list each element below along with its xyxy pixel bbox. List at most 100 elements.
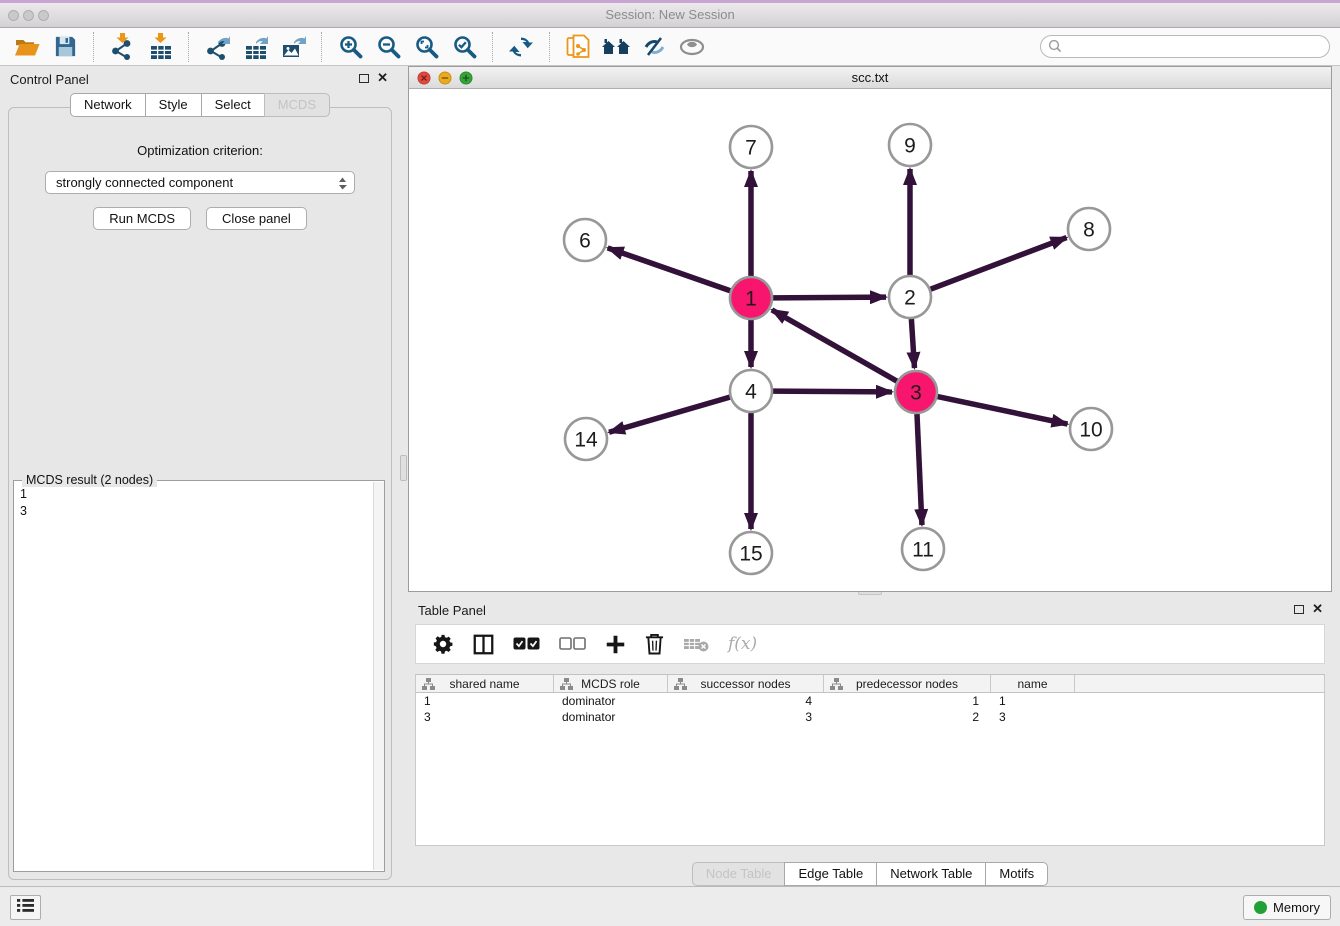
criterion-value: strongly connected component bbox=[46, 175, 233, 190]
search-icon bbox=[1048, 39, 1062, 59]
close-panel-icon[interactable]: ✕ bbox=[377, 70, 388, 86]
edge-2-8[interactable] bbox=[931, 238, 1067, 290]
tab-select[interactable]: Select bbox=[201, 93, 265, 117]
float-panel-icon[interactable] bbox=[359, 74, 369, 83]
table-cell[interactable]: 1 bbox=[991, 693, 1075, 709]
shared-column-icon bbox=[560, 678, 573, 693]
graph-node-14[interactable]: 14 bbox=[565, 418, 607, 460]
close-table-panel-icon[interactable]: ✕ bbox=[1312, 601, 1323, 617]
table-row[interactable]: 1dominator411 bbox=[416, 693, 1324, 709]
export-image-icon[interactable] bbox=[278, 33, 308, 61]
tab-mcds[interactable]: MCDS bbox=[264, 93, 330, 117]
tab-node-table[interactable]: Node Table bbox=[692, 862, 786, 886]
edge-2-3[interactable] bbox=[911, 319, 914, 368]
clear-selection-checkboxes-icon[interactable] bbox=[559, 631, 586, 657]
close-panel-button[interactable]: Close panel bbox=[206, 207, 307, 230]
add-column-icon[interactable] bbox=[605, 631, 626, 657]
run-mcds-button[interactable]: Run MCDS bbox=[93, 207, 191, 230]
search-input[interactable] bbox=[1040, 35, 1330, 58]
delete-column-icon[interactable] bbox=[645, 631, 664, 657]
tab-network-table[interactable]: Network Table bbox=[876, 862, 986, 886]
result-scrollbar[interactable] bbox=[373, 482, 384, 870]
delete-table-icon bbox=[683, 631, 709, 657]
toolbar-separator bbox=[93, 32, 94, 62]
graph-node-4[interactable]: 4 bbox=[730, 370, 772, 412]
table-cell[interactable]: 1 bbox=[824, 693, 991, 709]
graph-node-15[interactable]: 15 bbox=[730, 532, 772, 574]
home-icon[interactable] bbox=[601, 33, 631, 61]
show-column-icon[interactable] bbox=[473, 631, 494, 657]
export-network-icon[interactable] bbox=[202, 33, 232, 61]
graph-node-2[interactable]: 2 bbox=[889, 276, 931, 318]
edge-3-11[interactable] bbox=[917, 414, 922, 525]
column-header-shared-name[interactable]: shared name bbox=[416, 675, 554, 692]
column-header-name[interactable]: name bbox=[991, 675, 1075, 692]
open-file-icon[interactable] bbox=[12, 33, 42, 61]
table-cell[interactable]: 1 bbox=[416, 693, 554, 709]
table-panel-title: Table Panel bbox=[418, 603, 486, 618]
table-cell[interactable]: 3 bbox=[416, 709, 554, 725]
zoom-fit-icon[interactable] bbox=[411, 33, 441, 61]
table-cell[interactable]: dominator bbox=[554, 693, 668, 709]
table-cell[interactable]: 3 bbox=[991, 709, 1075, 725]
memory-button[interactable]: Memory bbox=[1243, 895, 1331, 920]
edge-4-14[interactable] bbox=[609, 397, 730, 432]
eye-icon[interactable] bbox=[677, 33, 707, 61]
table-cell[interactable]: 2 bbox=[824, 709, 991, 725]
graph-node-3[interactable]: 3 bbox=[895, 371, 937, 413]
zoom-selected-icon[interactable] bbox=[449, 33, 479, 61]
graph-node-10[interactable]: 10 bbox=[1070, 408, 1112, 450]
search-container bbox=[1040, 35, 1330, 58]
table-panel-header: Table Panel ✕ bbox=[408, 597, 1332, 624]
network-view-window: scc.txt 7 9 6 8 1 2 4 3 14 10 15 11 bbox=[408, 66, 1332, 592]
tab-edge-table[interactable]: Edge Table bbox=[784, 862, 877, 886]
save-session-icon[interactable] bbox=[50, 33, 80, 61]
graph-node-8[interactable]: 8 bbox=[1068, 208, 1110, 250]
toggle-visibility-icon[interactable] bbox=[639, 33, 669, 61]
tab-motifs[interactable]: Motifs bbox=[985, 862, 1048, 886]
zoom-out-icon[interactable] bbox=[373, 33, 403, 61]
network-window-titlebar[interactable]: scc.txt bbox=[409, 67, 1331, 89]
column-header-successor-nodes[interactable]: successor nodes bbox=[668, 675, 824, 692]
svg-text:7: 7 bbox=[745, 137, 757, 160]
edge-3-1[interactable] bbox=[772, 310, 897, 381]
column-header-MCDS-role[interactable]: MCDS role bbox=[554, 675, 668, 692]
export-table-icon[interactable] bbox=[240, 33, 270, 61]
edge-4-3[interactable] bbox=[773, 391, 892, 392]
edge-3-10[interactable] bbox=[938, 397, 1068, 424]
criterion-select[interactable]: strongly connected component bbox=[45, 171, 355, 194]
task-history-button[interactable] bbox=[10, 895, 41, 920]
graph-node-11[interactable]: 11 bbox=[902, 528, 944, 570]
svg-text:10: 10 bbox=[1079, 419, 1102, 442]
vertical-splitter-handle[interactable] bbox=[400, 455, 407, 481]
table-mode-gear-icon[interactable] bbox=[432, 631, 454, 657]
tab-style[interactable]: Style bbox=[145, 93, 202, 117]
mcds-result-list: 13 bbox=[14, 483, 372, 871]
table-row[interactable]: 3dominator323 bbox=[416, 709, 1324, 725]
edge-1-6[interactable] bbox=[608, 248, 731, 291]
svg-text:1: 1 bbox=[745, 288, 757, 311]
network-canvas[interactable]: 7 9 6 8 1 2 4 3 14 10 15 11 bbox=[409, 89, 1331, 591]
import-table-icon[interactable] bbox=[145, 33, 175, 61]
graph-node-7[interactable]: 7 bbox=[730, 126, 772, 168]
tab-network[interactable]: Network bbox=[70, 93, 146, 117]
select-all-checkboxes-icon[interactable] bbox=[513, 631, 540, 657]
table-cell[interactable]: dominator bbox=[554, 709, 668, 725]
edge-1-2[interactable] bbox=[773, 297, 886, 298]
network-graph[interactable]: 7 9 6 8 1 2 4 3 14 10 15 11 bbox=[409, 89, 1331, 592]
network-file-icon[interactable] bbox=[563, 33, 593, 61]
column-label: predecessor nodes bbox=[856, 677, 958, 691]
mcds-panel: Optimization criterion: strongly connect… bbox=[8, 107, 392, 880]
refresh-network-icon[interactable] bbox=[506, 33, 536, 61]
graph-node-1[interactable]: 1 bbox=[730, 277, 772, 319]
column-header-predecessor-nodes[interactable]: predecessor nodes bbox=[824, 675, 991, 692]
graph-node-6[interactable]: 6 bbox=[564, 219, 606, 261]
float-table-panel-icon[interactable] bbox=[1294, 605, 1304, 614]
svg-text:11: 11 bbox=[912, 539, 934, 562]
column-label: MCDS role bbox=[581, 677, 640, 691]
table-cell[interactable]: 4 bbox=[668, 693, 824, 709]
graph-node-9[interactable]: 9 bbox=[889, 124, 931, 166]
table-cell[interactable]: 3 bbox=[668, 709, 824, 725]
zoom-in-icon[interactable] bbox=[335, 33, 365, 61]
import-network-icon[interactable] bbox=[107, 33, 137, 61]
